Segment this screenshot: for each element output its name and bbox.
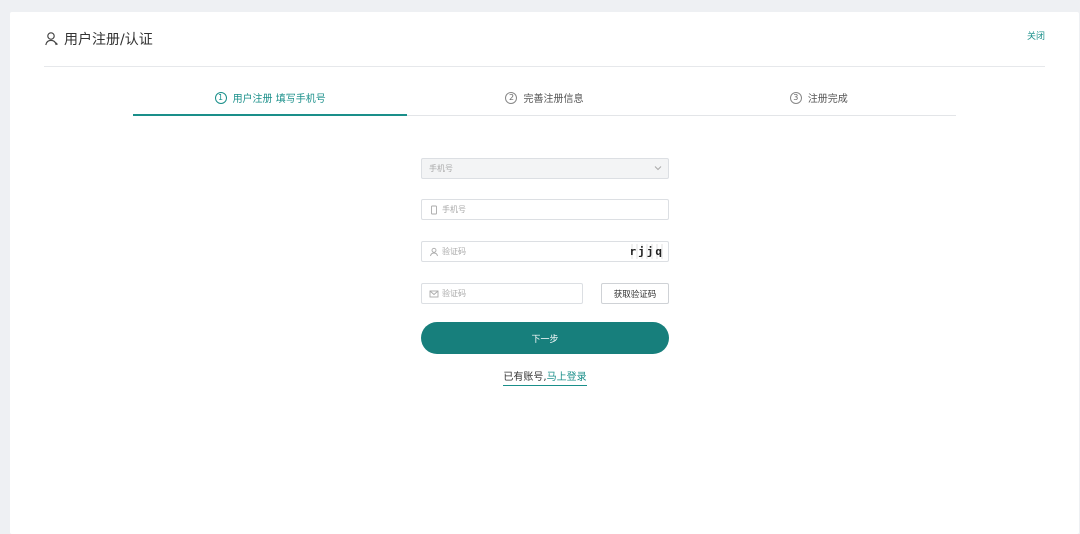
country-code-select[interactable]: 手机号 <box>421 158 669 179</box>
user-icon <box>44 31 60 47</box>
chevron-down-icon <box>654 164 662 173</box>
step-label: 完善注册信息 <box>523 94 584 105</box>
step-number: 1 <box>214 91 227 104</box>
captcha-image[interactable]: rjjq <box>627 244 666 259</box>
registration-steps: 1 用户注册 填写手机号 2 完善注册信息 3 注册完成 <box>133 86 956 116</box>
sms-code-input[interactable]: 验证码 <box>421 283 583 304</box>
phone-input[interactable]: 手机号 <box>421 199 669 220</box>
step-number: 2 <box>505 91 518 104</box>
phone-placeholder: 手机号 <box>442 205 466 214</box>
captcha-input[interactable]: 验证码 rjjq <box>421 241 669 262</box>
step-label: 用户注册 填写手机号 <box>232 94 326 105</box>
close-link[interactable]: 关闭 <box>1027 29 1045 42</box>
registration-form: 手机号 手机号 验证码 rjjq 验证码 获取验证码 下一步 已有账号,马上登录 <box>421 158 669 386</box>
sms-code-placeholder: 验证码 <box>442 289 466 298</box>
page-title-text: 用户注册/认证 <box>64 32 153 48</box>
step-1: 1 用户注册 填写手机号 <box>133 86 408 116</box>
step-label: 注册完成 <box>807 94 848 105</box>
login-prompt: 已有账号,马上登录 <box>421 368 669 386</box>
panel-header: 用户注册/认证 关闭 <box>44 12 1045 67</box>
next-button[interactable]: 下一步 <box>421 322 669 354</box>
login-link[interactable]: 马上登录 <box>547 372 587 383</box>
step-2: 2 完善注册信息 <box>407 86 681 115</box>
select-placeholder: 手机号 <box>429 164 453 173</box>
mail-icon <box>429 289 439 299</box>
captcha-placeholder: 验证码 <box>442 247 466 256</box>
phone-icon <box>429 205 439 215</box>
user-icon <box>429 247 439 257</box>
page-title: 用户注册/认证 <box>44 29 153 49</box>
step-number: 3 <box>789 91 802 104</box>
registration-panel: 用户注册/认证 关闭 1 用户注册 填写手机号 2 完善注册信息 3 注册完成 … <box>10 12 1079 534</box>
sms-code-row: 验证码 获取验证码 <box>421 283 669 304</box>
step-3: 3 注册完成 <box>682 86 956 115</box>
have-account-text: 已有账号, <box>503 372 547 383</box>
get-code-button[interactable]: 获取验证码 <box>601 283 669 304</box>
